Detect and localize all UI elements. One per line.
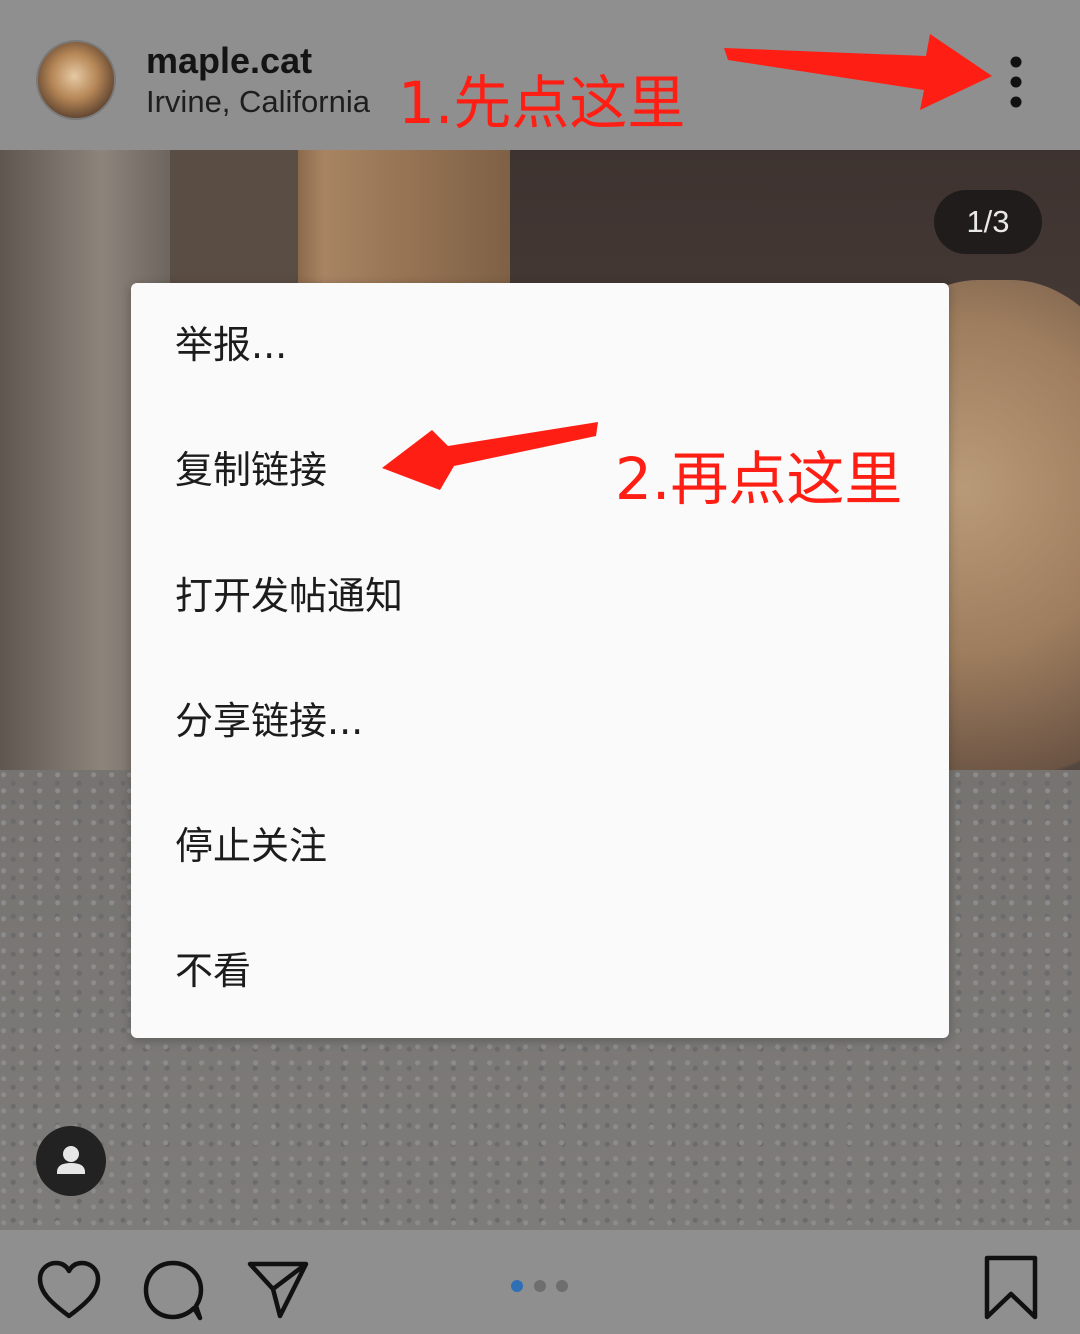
like-button[interactable]	[36, 1260, 102, 1320]
carousel-dot	[556, 1280, 568, 1292]
menu-item-post-notifications[interactable]: 打开发帖通知	[175, 566, 895, 626]
post-actions-bar	[0, 1230, 1080, 1334]
carousel-dot	[534, 1280, 546, 1292]
menu-item-hide[interactable]: 不看	[175, 941, 895, 1001]
comment-button[interactable]	[142, 1258, 206, 1322]
carousel-dot-active	[511, 1280, 523, 1292]
menu-item-share-link[interactable]: 分享链接...	[175, 691, 895, 751]
options-menu: 举报... 复制链接 打开发帖通知 分享链接... 停止关注 不看	[131, 283, 949, 1038]
photo-wood-post	[298, 150, 513, 290]
share-button[interactable]	[246, 1256, 310, 1320]
more-vertical-icon	[1010, 56, 1022, 108]
avatar[interactable]	[36, 40, 116, 120]
username[interactable]: maple.cat	[146, 40, 312, 82]
annotation-step-2: 2.再点这里	[615, 445, 903, 513]
carousel-dots	[511, 1280, 571, 1294]
more-options-button[interactable]	[996, 52, 1036, 112]
menu-item-unfollow[interactable]: 停止关注	[175, 816, 895, 876]
heart-icon	[37, 1260, 101, 1319]
save-button[interactable]	[982, 1254, 1040, 1322]
menu-item-report[interactable]: 举报...	[175, 315, 895, 375]
comment-icon	[143, 1260, 204, 1321]
annotation-arrow-2	[382, 422, 598, 490]
tag-people-button[interactable]	[36, 1126, 106, 1196]
send-icon	[247, 1261, 309, 1319]
annotation-step-1: 1.先点这里	[398, 69, 686, 137]
annotation-arrow-1	[724, 34, 992, 110]
image-counter-badge: 1/3	[934, 190, 1042, 254]
location[interactable]: Irvine, California	[146, 84, 370, 120]
bookmark-icon	[984, 1255, 1038, 1320]
tag-people-icon	[57, 1146, 85, 1174]
